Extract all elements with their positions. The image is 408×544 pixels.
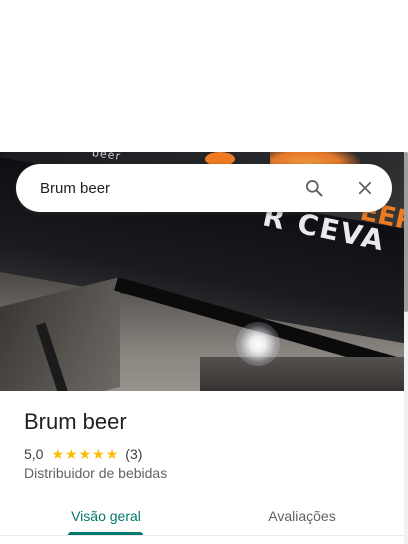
clear-search-button[interactable] — [353, 176, 377, 200]
search-box — [16, 164, 392, 212]
floor — [200, 357, 404, 391]
close-icon — [358, 181, 372, 195]
star-icon: ★ — [51, 446, 65, 462]
scrollbar-thumb[interactable] — [404, 152, 408, 312]
star-rating: ★ ★ ★ ★ ★ — [51, 447, 119, 461]
search-button[interactable] — [302, 176, 326, 200]
rating-value: 5,0 — [24, 446, 44, 462]
map-area-blank — [0, 0, 408, 152]
review-count[interactable]: (3) — [125, 446, 142, 462]
search-input[interactable] — [40, 176, 290, 200]
star-icon: ★ — [92, 446, 105, 462]
star-icon: ★ — [78, 446, 92, 462]
sign-top-text: beer — [91, 152, 122, 163]
star-icon: ★ — [105, 446, 119, 462]
place-category[interactable]: Distribuidor de bebidas — [24, 465, 167, 481]
place-title: Brum beer — [24, 409, 127, 434]
active-tab-indicator — [68, 532, 143, 535]
rating-row[interactable]: 5,0 ★ ★ ★ ★ ★ (3) — [24, 445, 142, 463]
search-icon — [306, 180, 323, 197]
ceiling-light — [236, 322, 280, 366]
star-icon: ★ — [65, 446, 78, 462]
place-tabs: Visão geral Avaliações — [0, 496, 404, 544]
tab-reviews[interactable]: Avaliações — [250, 496, 354, 536]
tabs-divider — [0, 535, 404, 536]
tab-overview[interactable]: Visão geral — [53, 496, 159, 536]
